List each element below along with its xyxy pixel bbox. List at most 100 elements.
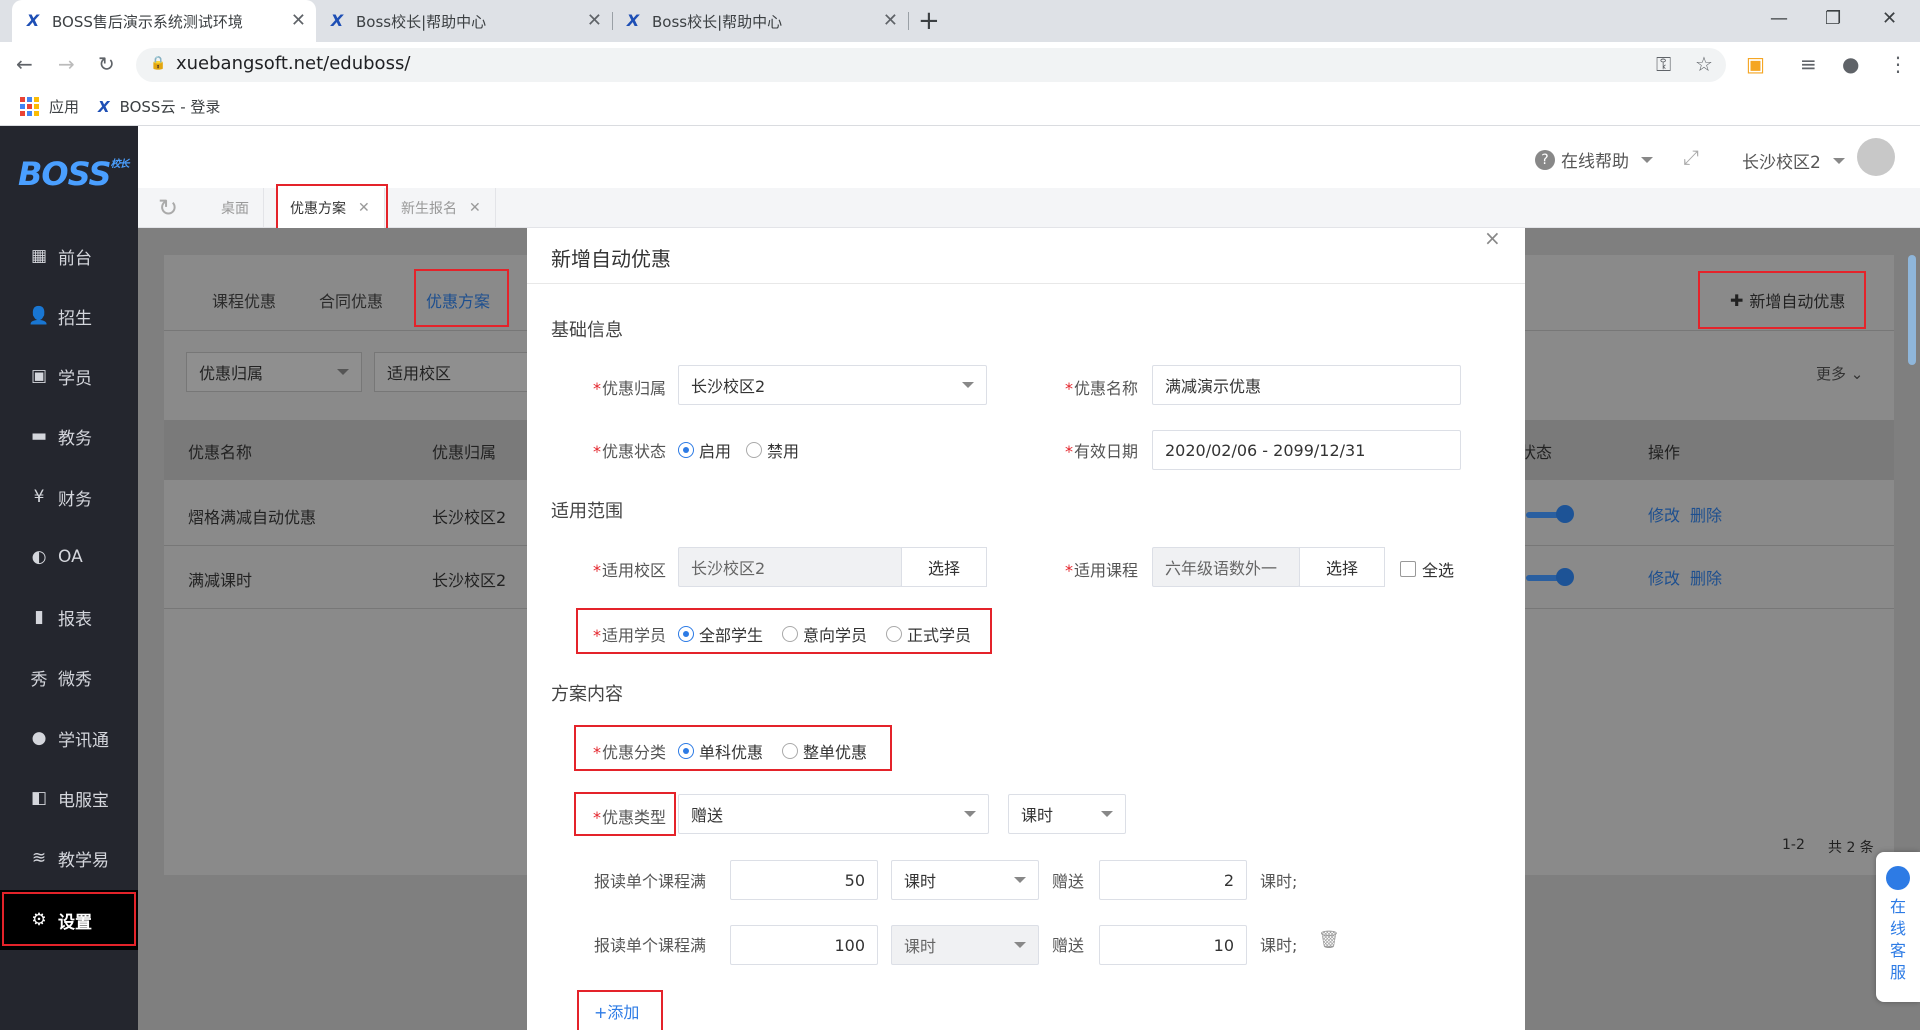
menu-label: 财务 [58,489,92,510]
media-icon[interactable]: ≡ [1800,52,1817,76]
highlight-box [577,990,663,1030]
menu-item-frontdesk[interactable]: ▦ 前台 [0,226,138,286]
menu-item-dianfubao[interactable]: ◧ 电服宝 [0,768,138,828]
date-label: *有效日期 [1064,442,1138,461]
rule-unit-select[interactable]: 课时 [891,860,1039,900]
menu-item-students[interactable]: ▣ 学员 [0,346,138,406]
highlight-box [2,892,136,946]
menu-item-jiaoxueyi[interactable]: ≋ 教学易 [0,828,138,888]
reload-icon[interactable]: ↻ [98,52,115,76]
chevron-down-icon [1014,877,1026,883]
section-basic: 基础信息 [551,320,623,341]
online-service-button[interactable]: 在线客服 [1876,852,1920,1002]
status-toggle[interactable] [1526,568,1574,586]
avatar[interactable] [1857,138,1895,176]
filter-campus[interactable]: 适用校区 [374,352,534,392]
subtab-course-discount[interactable]: 课程优惠 [212,288,276,312]
page-tab-desktop[interactable]: 桌面 [207,188,264,228]
bookmark-label: 应用 [49,98,80,116]
scrollbar[interactable] [1908,255,1916,365]
close-icon[interactable]: × [1484,226,1501,250]
page-tab-new-enroll[interactable]: 新生报名 ✕ [387,188,496,228]
logo[interactable]: BOSS校长 [18,155,130,193]
checkbox-box [1400,561,1416,577]
star-icon[interactable]: ☆ [1695,52,1713,76]
campus-label: *适用校区 [592,561,666,580]
menu-label: 教学易 [58,850,109,871]
highlight-box [574,792,676,836]
lock-icon[interactable]: 🔒 [150,56,166,71]
delete-link[interactable]: 删除 [1690,565,1722,589]
menu-label: 微秀 [58,669,92,690]
filter-label: 优惠归属 [199,364,264,383]
type-select[interactable]: 赠送 [678,794,989,834]
back-icon[interactable]: ← [16,52,33,76]
browser-tab-1[interactable]: X BOSS售后演示系统测试环境 ✕ [12,0,316,42]
boss-favicon: X [626,11,640,30]
course-label: *适用课程 [1064,561,1138,580]
extension-icon[interactable]: ▣ [1746,52,1765,76]
close-tab-icon[interactable]: ✕ [883,10,898,31]
close-icon[interactable]: ✕ [469,200,481,216]
course-select-button[interactable]: 选择 [1299,547,1385,587]
restore-icon[interactable]: ❐ [1825,8,1841,29]
menu-item-finance[interactable]: ¥ 财务 [0,467,138,527]
filter-owner[interactable]: 优惠归属 [186,352,362,392]
browser-tab-2[interactable]: X Boss校长|帮助中心 ✕ [316,0,613,42]
chevron-down-icon [1014,942,1026,948]
subtab-contract-discount[interactable]: 合同优惠 [319,288,383,312]
modal-title: 新增自动优惠 [551,247,671,271]
online-help[interactable]: ? 在线帮助 [1535,147,1653,172]
menu-item-academic[interactable]: ▬ 教务 [0,406,138,466]
bookmark-apps[interactable]: 应用 [20,96,79,117]
rule-gift-label: 赠送 [1052,936,1085,955]
delete-link[interactable]: 删除 [1690,502,1722,526]
edit-link[interactable]: 修改 [1648,502,1680,526]
menu-label: 学讯通 [58,730,109,751]
select-all-checkbox[interactable]: 全选 [1400,557,1454,581]
more-toggle[interactable]: 更多 ⌄ [1816,363,1863,384]
rule-amount-input[interactable]: 100 [730,925,878,965]
new-tab-icon[interactable]: + [918,6,940,36]
rule-prefix: 报读单个课程满 [594,936,707,955]
menu-item-xuexuntong[interactable]: ● 学讯通 [0,708,138,768]
trash-icon[interactable]: 🗑 [1318,930,1340,950]
rule-amount-input[interactable]: 50 [730,860,878,900]
unit-select[interactable]: 课时 [1008,794,1126,834]
campus-select-button[interactable]: 选择 [901,547,987,587]
window-close-icon[interactable]: ✕ [1882,8,1897,29]
rule-gift-input[interactable]: 2 [1099,860,1247,900]
status-disable-radio[interactable]: 禁用 [746,438,799,462]
teach-icon: ≋ [31,848,47,868]
menu-item-enroll[interactable]: 👤 招生 [0,286,138,346]
bookmark-boss-login[interactable]: X BOSS云 - 登录 [98,96,220,117]
close-tab-icon[interactable]: ✕ [291,10,306,31]
chat-icon: ◐ [31,547,47,567]
boss-favicon: X [330,11,344,30]
menu-item-weixiu[interactable]: 秀微秀 [0,647,138,707]
menu-dots-icon[interactable]: ⋮ [1888,52,1908,76]
owner-select[interactable]: 长沙校区2 [678,365,987,405]
url-text[interactable]: xuebangsoft.net/eduboss/ [176,53,410,74]
date-range-input[interactable]: 2020/02/06 - 2099/12/31 [1152,430,1461,470]
refresh-icon[interactable]: ↻ [158,194,178,222]
edit-link[interactable]: 修改 [1648,565,1680,589]
menu-item-reports[interactable]: ▮ 报表 [0,587,138,647]
key-icon[interactable]: ⚿ [1656,52,1671,76]
status-enable-radio[interactable]: 启用 [678,438,731,462]
forward-icon[interactable]: → [58,52,75,76]
rule-gift-input[interactable]: 10 [1099,925,1247,965]
browser-tab-3[interactable]: X Boss校长|帮助中心 ✕ [612,0,909,42]
status-toggle[interactable] [1526,505,1574,523]
location-icon: ● [31,728,47,748]
fullscreen-icon[interactable]: ⤢ [1683,145,1699,169]
minimize-icon[interactable]: — [1770,8,1788,29]
profile-icon[interactable]: ● [1842,52,1859,76]
yen-icon: ¥ [33,487,45,507]
name-input[interactable]: 满减演示优惠 [1152,365,1461,405]
campus-switcher[interactable]: 长沙校区2 [1742,148,1845,173]
input-value: 满减演示优惠 [1165,377,1262,396]
browser-tab-title: Boss校长|帮助中心 [652,12,783,31]
close-tab-icon[interactable]: ✕ [587,10,602,31]
menu-item-oa[interactable]: ◐ OA [0,527,138,587]
